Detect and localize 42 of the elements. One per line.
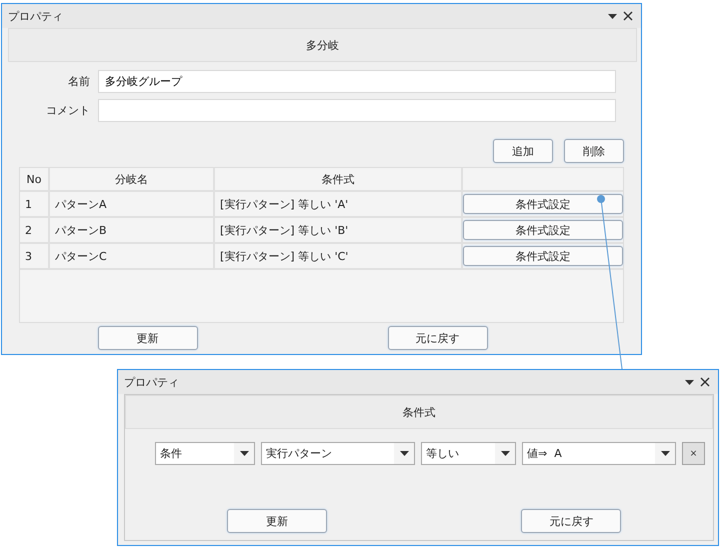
column-header: No <box>20 168 50 192</box>
section-header: 条件式 <box>125 395 713 429</box>
text-field[interactable]: 多分岐グループ <box>98 70 616 93</box>
dialog-button[interactable]: 元に戻す <box>521 509 622 533</box>
dropdown-caret-icon[interactable] <box>500 451 510 456</box>
condition-settings-button[interactable]: 条件式設定 <box>463 246 623 266</box>
column-header: 分岐名 <box>50 168 215 192</box>
dialog-button[interactable]: 更新 <box>98 326 198 350</box>
window-title: プロパティ <box>8 8 64 24</box>
dropdown[interactable]: 実行パターン <box>261 442 415 465</box>
dropdown-caret-icon[interactable] <box>608 14 617 18</box>
table-cell: [実行パターン] 等しい 'A' <box>215 192 463 218</box>
condition-settings-button[interactable]: 条件式設定 <box>463 220 623 240</box>
close-icon[interactable] <box>700 377 710 387</box>
table-cell: パターンA <box>50 192 215 218</box>
condition-settings-button[interactable]: 条件式設定 <box>463 194 623 214</box>
dropdown[interactable]: 等しい <box>421 442 516 465</box>
dialog-button[interactable]: 更新 <box>226 509 327 533</box>
dropdown-caret-icon[interactable] <box>400 451 408 456</box>
column-header: 条件式 <box>215 168 463 192</box>
section-header: 多分岐 <box>8 28 637 62</box>
dropdown-caret-icon[interactable] <box>685 380 694 384</box>
table-cell: パターンC <box>50 244 215 270</box>
table-cell: [実行パターン] 等しい 'C' <box>215 244 463 270</box>
table-cell: [実行パターン] 等しい 'B' <box>215 218 463 244</box>
close-icon[interactable] <box>623 11 633 21</box>
action-button[interactable]: 削除 <box>564 139 624 163</box>
table-cell: 3 <box>20 244 50 270</box>
remove-button[interactable]: × <box>682 442 705 465</box>
dropdown[interactable]: 条件 <box>155 442 255 465</box>
field-label: 名前 <box>67 74 91 89</box>
table-cell: 2 <box>20 218 50 244</box>
dropdown-caret-icon[interactable] <box>240 451 248 456</box>
table-cell: パターンB <box>50 218 215 244</box>
text-field[interactable] <box>98 99 616 122</box>
field-label: コメント <box>45 103 91 118</box>
dialog-button[interactable]: 元に戻す <box>388 326 488 350</box>
table-cell: 1 <box>20 192 50 218</box>
action-button[interactable]: 追加 <box>493 139 553 163</box>
dropdown-caret-icon[interactable] <box>660 451 670 456</box>
window-title: プロパティ <box>124 374 180 390</box>
dropdown[interactable]: 値⇒ A <box>522 442 676 465</box>
